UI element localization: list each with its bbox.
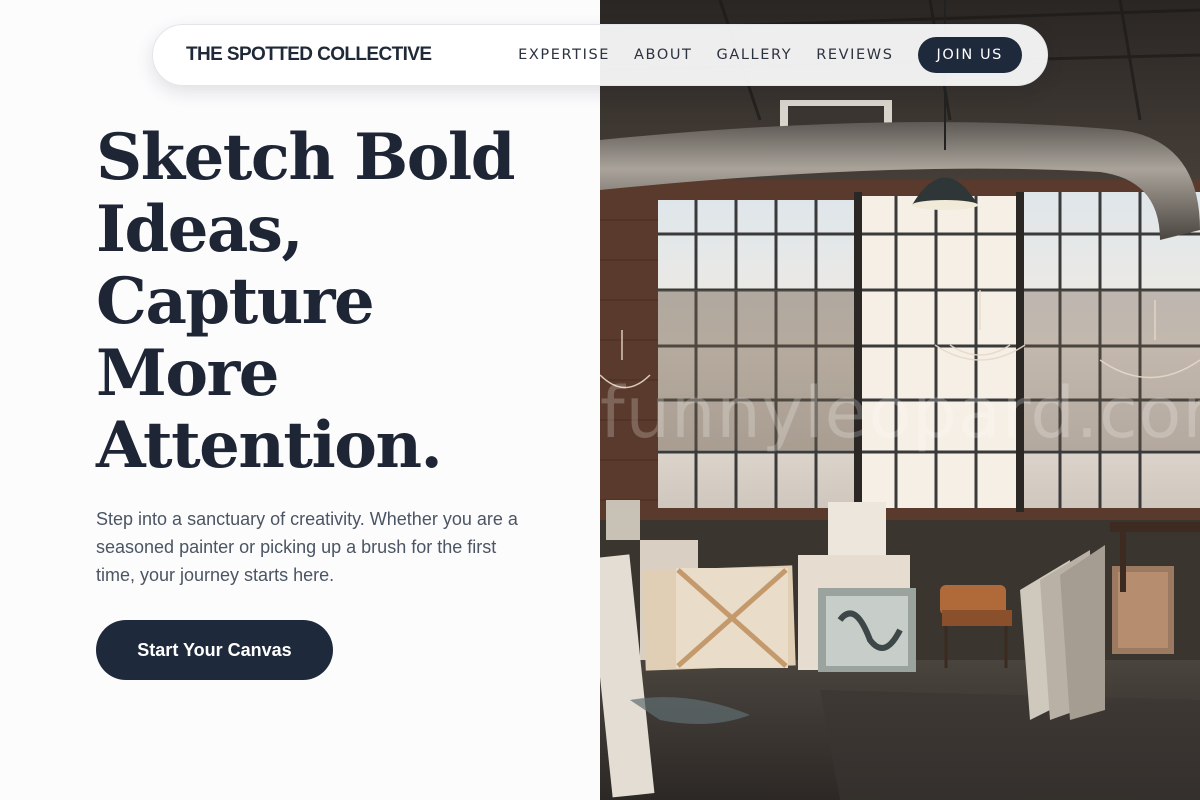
nav-link-about[interactable]: ABOUT xyxy=(634,47,693,63)
hero-subtitle: Step into a sanctuary of creativity. Whe… xyxy=(96,509,518,585)
join-us-button[interactable]: JOIN US xyxy=(917,37,1022,73)
hero-headline: Sketch Bold Ideas, Capture More Attentio… xyxy=(96,122,576,482)
hero-headline-line: More xyxy=(96,336,279,411)
hero-headline-line: Attention. xyxy=(96,408,443,483)
top-navigation: THE SPOTTED COLLECTIVE EXPERTISE ABOUT G… xyxy=(152,24,1048,86)
hero-headline-line: Capture xyxy=(96,264,375,339)
nav-links: EXPERTISE ABOUT GALLERY REVIEWS JOIN US xyxy=(518,37,1022,73)
studio-hero-image xyxy=(600,0,1200,800)
start-your-canvas-button[interactable]: Start Your Canvas xyxy=(96,620,333,680)
nav-link-expertise[interactable]: EXPERTISE xyxy=(518,47,610,63)
nav-link-reviews[interactable]: REVIEWS xyxy=(816,47,893,63)
hero-headline-line: Ideas, xyxy=(96,192,304,267)
brand-logo[interactable]: THE SPOTTED COLLECTIVE xyxy=(186,44,432,66)
hero-headline-line: Sketch Bold xyxy=(96,120,515,195)
nav-link-gallery[interactable]: GALLERY xyxy=(717,47,793,63)
